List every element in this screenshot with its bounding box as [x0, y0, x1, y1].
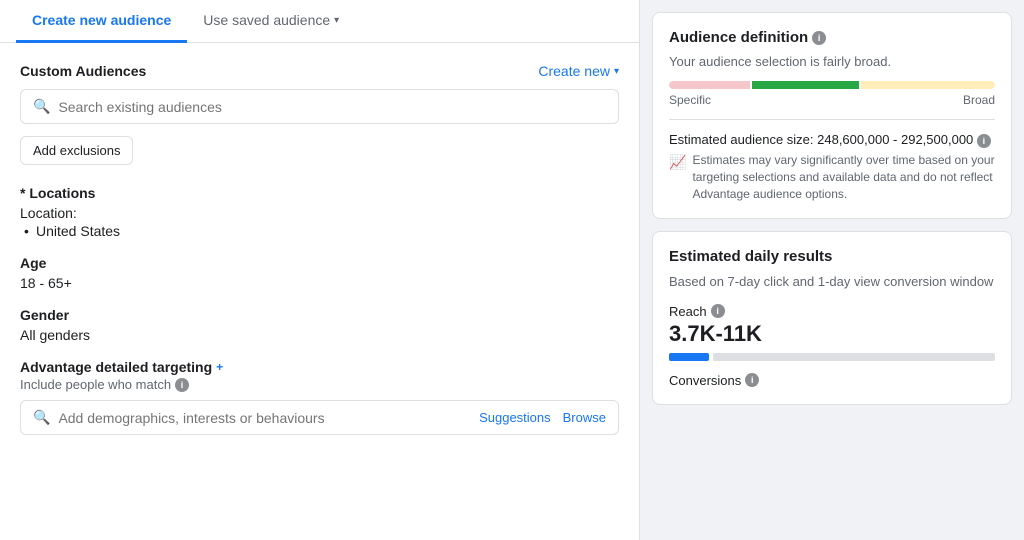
conversions-label: Conversions i	[669, 373, 995, 388]
reach-label: Reach i	[669, 304, 995, 319]
reach-bar-empty	[713, 353, 995, 361]
estimate-note: 📈 Estimates may vary significantly over …	[669, 152, 995, 202]
advantage-plus-icon: +	[216, 360, 223, 374]
targeting-search-box: 🔍 Suggestions Browse	[20, 400, 619, 435]
search-audiences-box: 🔍	[20, 89, 619, 124]
age-section: Age 18 - 65+	[20, 255, 619, 291]
search-audiences-input[interactable]	[58, 99, 606, 115]
custom-audiences-title: Custom Audiences	[20, 63, 146, 79]
audience-size-info-icon[interactable]: i	[977, 134, 991, 148]
audience-definition-card: Audience definition i Your audience sele…	[652, 12, 1012, 219]
audience-definition-title: Audience definition i	[669, 29, 995, 46]
include-info-icon[interactable]: i	[175, 378, 189, 392]
targeting-search-icon: 🔍	[33, 409, 50, 426]
gender-value: All genders	[20, 327, 619, 343]
tab-use-saved-audience[interactable]: Use saved audience ▾	[187, 0, 355, 43]
advantage-section: Advantage detailed targeting + Include p…	[20, 359, 619, 435]
location-value: United States	[20, 223, 619, 239]
chevron-down-icon: ▾	[334, 15, 339, 26]
gauge-segment-red	[669, 81, 750, 89]
search-icon: 🔍	[33, 98, 50, 115]
gauge-container: Specific Broad	[669, 81, 995, 107]
advantage-title: Advantage detailed targeting +	[20, 359, 619, 375]
browse-link[interactable]: Browse	[563, 410, 606, 425]
estimate-chart-icon: 📈	[669, 153, 686, 202]
tab-use-saved-label: Use saved audience	[203, 12, 330, 28]
audience-description: Your audience selection is fairly broad.	[669, 54, 995, 69]
main-content: Custom Audiences Create new ▾ 🔍 Add excl…	[0, 43, 639, 540]
suggestions-link[interactable]: Suggestions	[479, 410, 551, 425]
create-new-chevron-icon: ▾	[614, 66, 619, 77]
divider	[669, 119, 995, 120]
age-value: 18 - 65+	[20, 275, 619, 291]
add-exclusions-button[interactable]: Add exclusions	[20, 136, 133, 165]
targeting-search-input[interactable]	[58, 410, 471, 426]
age-title: Age	[20, 255, 619, 271]
reach-value: 3.7K-11K	[669, 321, 995, 347]
reach-info-icon[interactable]: i	[711, 304, 725, 318]
include-label: Include people who match i	[20, 377, 619, 392]
locations-section: * Locations Location: United States	[20, 185, 619, 239]
tab-create-new-label: Create new audience	[32, 12, 171, 28]
gauge-broad-label: Broad	[963, 93, 995, 107]
create-new-label: Create new	[538, 63, 610, 79]
gender-section: Gender All genders	[20, 307, 619, 343]
locations-title: * Locations	[20, 185, 619, 201]
reach-bar-container	[669, 353, 995, 361]
gauge-bar	[669, 81, 995, 89]
add-exclusions-label: Add exclusions	[33, 143, 120, 158]
gauge-segment-yellow	[861, 81, 995, 89]
left-panel: Create new audience Use saved audience ▾…	[0, 0, 640, 540]
gender-title: Gender	[20, 307, 619, 323]
create-new-button[interactable]: Create new ▾	[538, 63, 619, 79]
location-label: Location:	[20, 205, 619, 221]
gauge-specific-label: Specific	[669, 93, 711, 107]
tab-create-new-audience[interactable]: Create new audience	[16, 0, 187, 43]
daily-description: Based on 7-day click and 1-day view conv…	[669, 273, 995, 291]
estimated-daily-card: Estimated daily results Based on 7-day c…	[652, 231, 1012, 404]
reach-bar-fill	[669, 353, 709, 361]
audience-definition-info-icon[interactable]: i	[812, 31, 826, 45]
targeting-links: Suggestions Browse	[479, 410, 606, 425]
gauge-segment-green	[752, 81, 859, 89]
conversions-info-icon[interactable]: i	[745, 373, 759, 387]
audience-size-label: Estimated audience size: 248,600,000 - 2…	[669, 132, 995, 148]
tabs-container: Create new audience Use saved audience ▾	[0, 0, 639, 43]
custom-audiences-header: Custom Audiences Create new ▾	[20, 63, 619, 79]
gauge-labels: Specific Broad	[669, 93, 995, 107]
estimated-daily-title: Estimated daily results	[669, 248, 995, 265]
right-panel: Audience definition i Your audience sele…	[640, 0, 1024, 540]
